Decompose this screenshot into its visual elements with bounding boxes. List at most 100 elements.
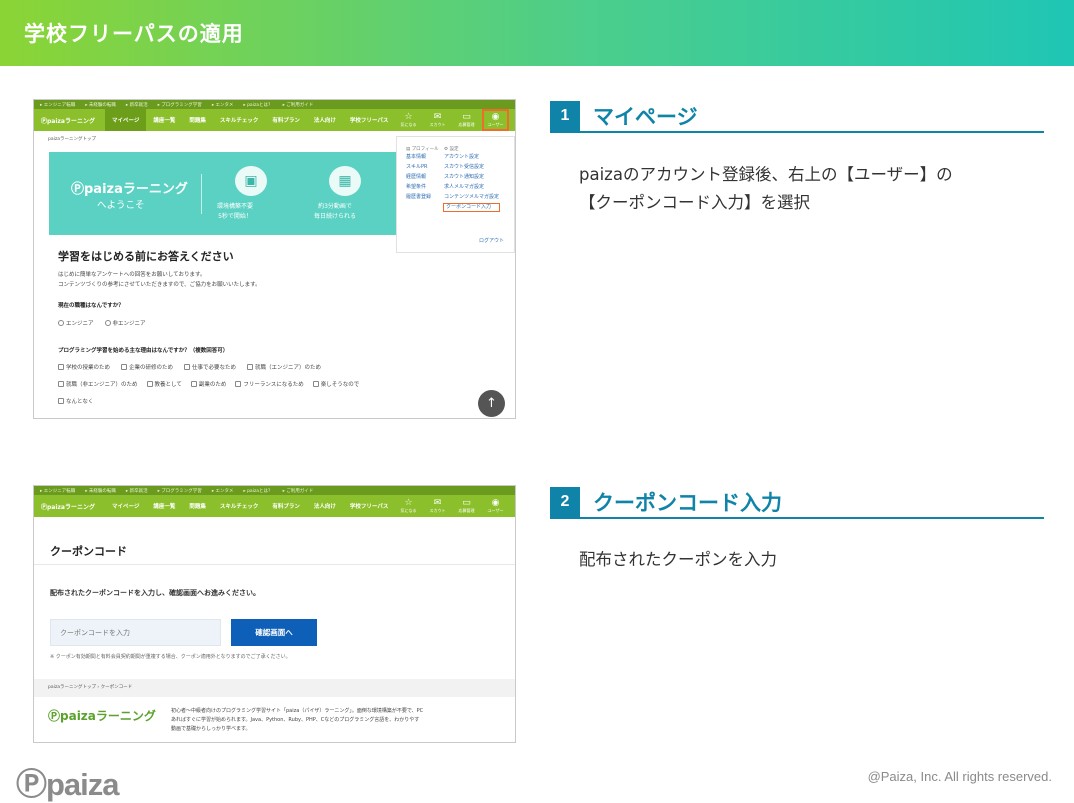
radio-option[interactable]: 非エンジニア [104, 319, 146, 327]
top-link[interactable]: ▸ paizaとは？ [243, 102, 272, 108]
breadcrumb[interactable]: paizaラーニングトップ [48, 136, 96, 142]
checkbox-option[interactable]: 楽しそうなので [312, 380, 359, 388]
coupon-screenshot: ▸ エンジニア転職 ▸ 未経験の転職 ▸ 新卒就活 ▸ プログラミング学習 ▸ … [33, 485, 516, 743]
top-link[interactable]: ▸ 新卒就活 [126, 488, 148, 494]
scroll-to-top-button[interactable]: ↑ [478, 390, 505, 417]
dropdown-item[interactable]: アカウント設定 [444, 154, 499, 161]
top-link[interactable]: ▸ 未経験の転職 [85, 102, 116, 108]
site-logo[interactable]: Ⓟpaizaラーニング [41, 116, 95, 125]
site-navbar: Ⓟpaizaラーニング マイページ 講座一覧 問題集 スキルチェック 有料プラン… [34, 495, 515, 517]
logout-link[interactable]: ログアウト [479, 237, 504, 244]
checkbox-icon [312, 381, 319, 387]
confirm-button[interactable]: 確認画面へ [231, 619, 317, 646]
slide: 学校フリーパスの適用 ▸ エンジニア転職 ▸ 未経験の転職 ▸ 新卒就活 ▸ プ… [0, 0, 1074, 803]
dropdown-item[interactable]: スキルPR [406, 164, 431, 171]
scout-label: スカウト [429, 507, 446, 513]
footer-line: あればすぐに学習が始められます。Java、Python、Ruby、PHP、Cなど… [171, 717, 420, 723]
checkbox-option[interactable]: なんとなく [58, 397, 93, 405]
mail-icon: ✉ [433, 497, 442, 508]
top-link[interactable]: ▸ エンタメ [212, 488, 234, 494]
nav-icon-group: ☆ 気になる ✉ スカウト ▭ 応募管理 ◉ ユーザー [395, 495, 509, 517]
step-2-number: 2 [550, 487, 580, 517]
top-link[interactable]: ▸ 未経験の転職 [85, 488, 116, 494]
coupon-instruction: 配布されたクーポンコードを入力し、確認画面へお進みください。 [50, 589, 260, 597]
dropdown-item[interactable]: コンテンツメルマガ設定 [444, 194, 499, 201]
step-1-number: 1 [550, 101, 580, 131]
scout-button[interactable]: ✉ スカウト [424, 495, 451, 517]
checkbox-label: 副業のため [198, 382, 227, 388]
top-link[interactable]: ▸ ご利用ガイド [283, 488, 314, 494]
dropdown-item[interactable]: 希望条件 [406, 184, 431, 191]
user-menu-button[interactable]: ◉ ユーザー [482, 495, 509, 517]
top-link[interactable]: ▸ ご利用ガイド [283, 102, 314, 108]
footer-description: 初心者〜中級者向けのプログラミング学習サイト「paiza（パイザ）ラーニング」。… [171, 707, 515, 734]
nav-item-courses[interactable]: 講座一覧 [146, 495, 182, 517]
favorites-label: 気になる [400, 121, 417, 127]
radio-option[interactable]: エンジニア [58, 319, 94, 327]
checkbox-option[interactable]: 企業の研修のため [121, 363, 173, 371]
nav-item-business[interactable]: 法人向け [307, 109, 343, 131]
checkbox-label: 就職（エンジニア）のため [255, 365, 322, 371]
top-link[interactable]: ▸ エンジニア転職 [40, 488, 75, 494]
step-1-description: paizaのアカウント登録後、右上の【ユーザー】の 【クーポンコード入力】を選択 [579, 165, 953, 212]
applications-button[interactable]: ▭ 応募管理 [453, 109, 480, 131]
nav-item-school-freepass[interactable]: 学校フリーパス [343, 495, 395, 517]
dropdown-item[interactable]: スカウト通知設定 [444, 174, 499, 181]
arrow-up-icon: ↑ [486, 396, 497, 411]
dropdown-profile-column: 基本情報 スキルPR 経歴情報 希望条件 履歴書登録 [406, 154, 431, 201]
dropdown-item[interactable]: 求人メルマガ設定 [444, 184, 499, 191]
scout-button[interactable]: ✉ スカウト [424, 109, 451, 131]
dropdown-settings-heading: ⚙ 設定 [444, 147, 459, 152]
nav-item-courses[interactable]: 講座一覧 [146, 109, 182, 131]
coupon-page-title: クーポンコード [50, 545, 127, 558]
checkbox-label: 就職（非エンジニア）のため [66, 382, 138, 388]
footer-logo[interactable]: Ⓟpaizaラーニング [48, 707, 156, 724]
mail-icon: ✉ [433, 111, 442, 122]
divider [34, 564, 515, 565]
film-icon: ▦ [329, 166, 361, 196]
nav-item-mypage[interactable]: マイページ [105, 495, 146, 517]
site-logo[interactable]: Ⓟpaizaラーニング [41, 502, 95, 511]
favorites-button[interactable]: ☆ 気になる [395, 109, 422, 131]
top-link[interactable]: ▸ プログラミング学習 [158, 488, 202, 494]
dropdown-item[interactable]: 基本情報 [406, 154, 431, 161]
mypage-screenshot: ▸ エンジニア転職 ▸ 未経験の転職 ▸ 新卒就活 ▸ プログラミング学習 ▸ … [33, 99, 516, 419]
nav-item-business[interactable]: 法人向け [307, 495, 343, 517]
favorites-button[interactable]: ☆ 気になる [395, 495, 422, 517]
nav-item-skillcheck[interactable]: スキルチェック [213, 109, 266, 131]
checkbox-option[interactable]: 仕事で必要なため [184, 363, 236, 371]
nav-item-paid-plan[interactable]: 有料プラン [265, 495, 307, 517]
checkbox-label: 企業の研修のため [129, 365, 174, 371]
dropdown-item[interactable]: 履歴書登録 [406, 194, 431, 201]
coupon-code-input[interactable] [50, 619, 221, 646]
checkbox-option[interactable]: 就職（エンジニア）のため [247, 363, 321, 371]
checkbox-option[interactable]: フリーランスになるため [235, 380, 304, 388]
applications-button[interactable]: ▭ 応募管理 [453, 495, 480, 517]
checkbox-label: 仕事で必要なため [192, 365, 237, 371]
checkbox-option[interactable]: 副業のため [190, 380, 227, 388]
nav-item-skillcheck[interactable]: スキルチェック [213, 495, 266, 517]
top-link[interactable]: ▸ プログラミング学習 [158, 102, 202, 108]
breadcrumb[interactable]: paizaラーニングトップ › クーポンコード [34, 679, 515, 697]
nav-item-paid-plan[interactable]: 有料プラン [265, 109, 307, 131]
dropdown-item[interactable]: スカウト受信設定 [444, 164, 499, 171]
header-bar: 学校フリーパスの適用 [0, 0, 1074, 66]
checkbox-option[interactable]: 教養として [146, 380, 182, 388]
nav-item-problems[interactable]: 問題集 [182, 495, 213, 517]
dropdown-item[interactable]: 経歴情報 [406, 174, 431, 181]
user-menu-button[interactable]: ◉ ユーザー [482, 109, 509, 131]
nav-item-school-freepass[interactable]: 学校フリーパス [343, 109, 395, 131]
user-icon: ◉ [491, 497, 500, 508]
nav-item-mypage[interactable]: マイページ [104, 109, 147, 131]
checkbox-option[interactable]: 就職（非エンジニア）のため [58, 380, 138, 388]
survey-question-1: 現在の職種はなんですか？ [58, 303, 124, 309]
top-link[interactable]: ▸ paizaとは？ [243, 488, 272, 494]
top-link[interactable]: ▸ エンタメ [212, 102, 234, 108]
checkbox-label: フリーランスになるため [243, 382, 304, 388]
top-link[interactable]: ▸ 新卒就活 [126, 102, 148, 108]
top-link[interactable]: ▸ エンジニア転職 [40, 102, 75, 108]
nav-item-problems[interactable]: 問題集 [182, 109, 213, 131]
dropdown-item-coupon-code[interactable]: クーポンコード入力 [442, 203, 501, 212]
checkbox-option[interactable]: 学校の授業のため [58, 363, 110, 371]
checkbox-label: 教養として [154, 382, 182, 388]
